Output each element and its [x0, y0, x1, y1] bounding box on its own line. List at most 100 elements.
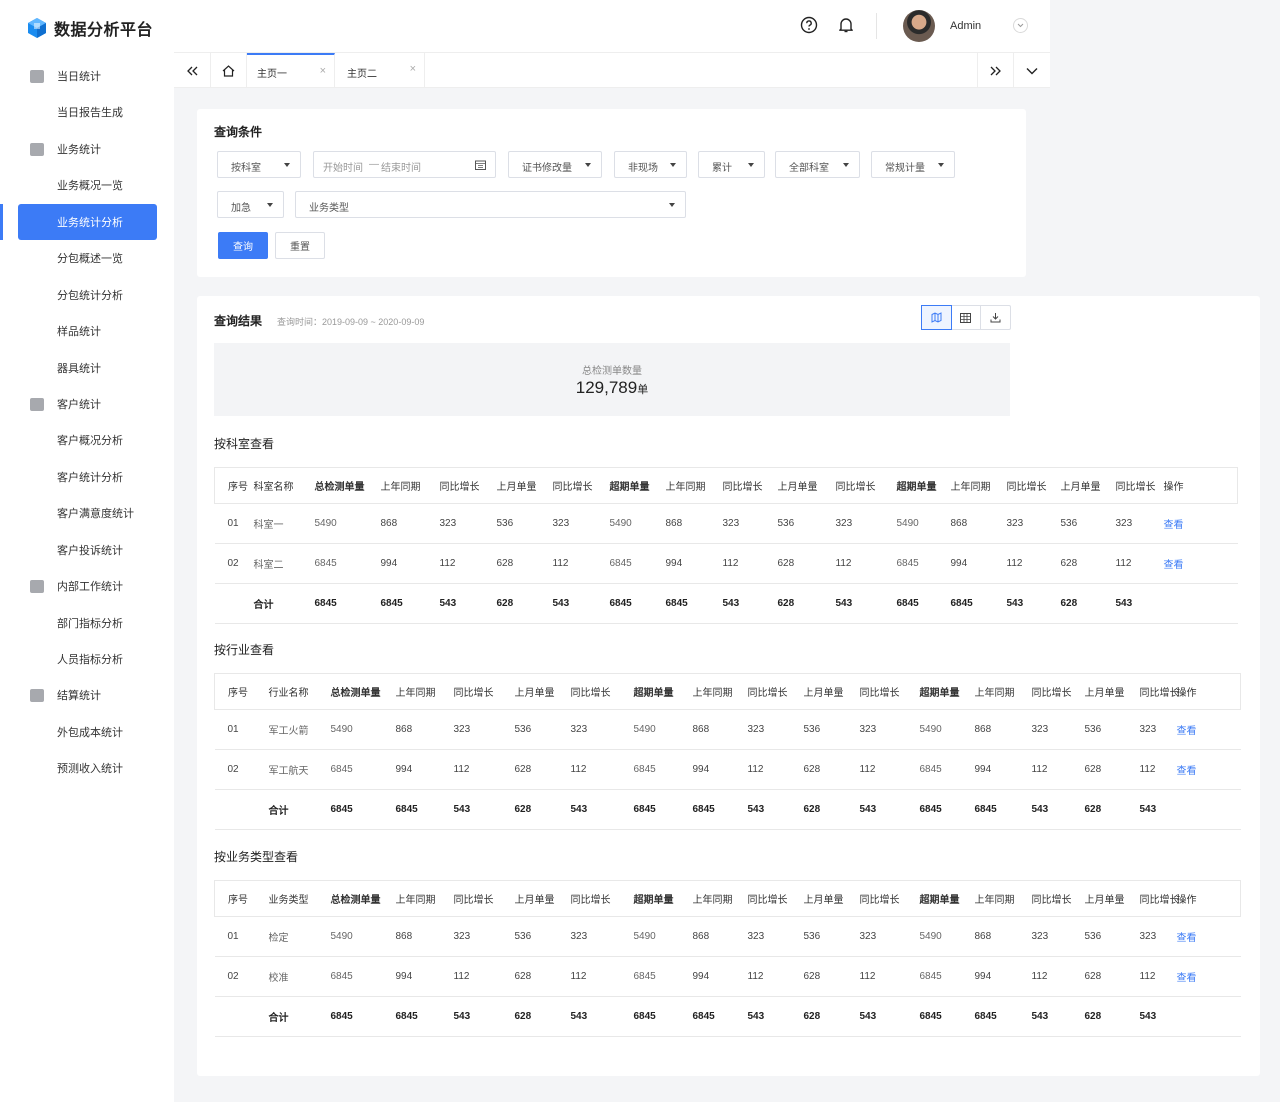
cell-value: 112	[439, 543, 497, 584]
header-action: 操作	[1176, 880, 1241, 917]
sidebar-item-label: 外包成本统计	[57, 727, 123, 739]
sidebar-item-4[interactable]: 业务统计分析	[18, 204, 157, 240]
stats-table: 序号 业务类型 总检测单量 上年同期 同比增长 上月单量 同比增长 超期单量 上年同期 同比增长上…	[214, 880, 1241, 1037]
offsite-select[interactable]: 非现场	[614, 151, 687, 178]
view-link[interactable]: 查看	[1163, 543, 1238, 584]
query-button[interactable]: 查询	[218, 232, 268, 259]
total-value: 543	[722, 583, 778, 624]
view-link[interactable]: 查看	[1176, 916, 1241, 957]
cumulative-select[interactable]: 累计	[698, 151, 765, 178]
row-name: 检定	[268, 916, 331, 957]
sidebar-item-15[interactable]: 部门指标分析	[0, 605, 174, 641]
cell-value: 323	[453, 916, 515, 957]
header-metric: 同比增长	[552, 467, 610, 504]
cell-value: 994	[692, 956, 748, 997]
cell-value: 112	[859, 749, 920, 790]
table-header-row: 序号 科室名称 总检测单量 上年同期 同比增长 上月单量 同比增长 超期单量 上年同期 同比增长上…	[214, 467, 1238, 504]
app-logo[interactable]: 数据分析平台	[27, 16, 153, 40]
cell-value: 536	[514, 709, 571, 750]
cell-value: 868	[974, 709, 1032, 750]
sidebar-item-17[interactable]: 结算统计	[0, 677, 174, 713]
dept-select[interactable]: 全部科室	[775, 151, 860, 178]
total-value: 6845	[609, 583, 666, 624]
biz-type-select[interactable]: 业务类型	[295, 191, 686, 218]
sidebar-item-9[interactable]: 客户统计	[0, 386, 174, 422]
sidebar-item-8[interactable]: 器具统计	[0, 350, 174, 386]
reset-button[interactable]: 重置	[275, 232, 325, 259]
cell-value: 323	[570, 916, 634, 957]
cell-value: 994	[692, 749, 748, 790]
sidebar-item-13[interactable]: 客户投诉统计	[0, 532, 174, 568]
close-icon[interactable]: ×	[410, 63, 416, 75]
view-link[interactable]: 查看	[1176, 749, 1241, 790]
cell-value: 868	[665, 503, 723, 544]
tab-home-2[interactable]: 主页二 ×	[337, 53, 425, 88]
double-chevron-right-icon	[990, 66, 1001, 75]
cell-value: 628	[1084, 749, 1140, 790]
date-end-placeholder: 结束时间	[381, 163, 421, 174]
header-metric: 同比增长	[570, 673, 634, 710]
cell-value: 323	[1115, 503, 1164, 544]
measure-type-select[interactable]: 常规计量	[871, 151, 955, 178]
chart-view-button[interactable]	[921, 305, 952, 330]
total-value: 543	[1115, 583, 1164, 624]
sidebar-item-16[interactable]: 人员指标分析	[0, 641, 174, 677]
sidebar-item-14[interactable]: 内部工作统计	[0, 568, 174, 604]
user-name[interactable]: Admin	[950, 20, 981, 32]
export-button[interactable]	[981, 306, 1010, 329]
view-link[interactable]: 查看	[1163, 503, 1238, 544]
sidebar-item-18[interactable]: 外包成本统计	[0, 714, 174, 750]
sidebar-item-label: 客户统计	[57, 399, 101, 411]
cell-value: 536	[803, 709, 860, 750]
sidebar-item-2[interactable]: 业务统计	[0, 131, 174, 167]
sidebar-item-12[interactable]: 客户满意度统计	[0, 495, 174, 531]
row-name: 军工火箭	[268, 709, 331, 750]
total-value: 543	[453, 789, 515, 830]
cell-value: 323	[859, 709, 920, 750]
avatar[interactable]	[903, 10, 935, 42]
active-indicator	[0, 204, 3, 240]
urgent-select[interactable]: 加急	[217, 191, 284, 218]
view-link[interactable]: 查看	[1176, 956, 1241, 997]
cert-change-select[interactable]: 证书修改量	[508, 151, 602, 178]
sidebar-item-11[interactable]: 客户统计分析	[0, 459, 174, 495]
date-range-picker[interactable]: 开始时间 — 结束时间	[313, 151, 496, 178]
bell-icon[interactable]	[837, 16, 855, 34]
chevron-down-icon[interactable]	[1013, 18, 1028, 33]
total-value: 6845	[395, 996, 454, 1037]
tab-home-1[interactable]: 主页一 ×	[247, 53, 335, 88]
header-metric: 同比增长	[1006, 467, 1061, 504]
total-value: 543	[859, 789, 920, 830]
sidebar-item-6[interactable]: 分包统计分析	[0, 277, 174, 313]
sidebar-item-0[interactable]: 当日统计	[0, 58, 174, 94]
view-link[interactable]: 查看	[1176, 709, 1241, 750]
scroll-tabs-right-button[interactable]	[977, 53, 1014, 88]
table-total-row: 合计 6845 6845 543 628 543 6845 6845 543 628 543 6845…	[214, 583, 1238, 624]
sidebar-item-label: 客户满意度统计	[57, 508, 134, 520]
sidebar-item-3[interactable]: 业务概况一览	[0, 167, 174, 203]
sidebar-item-7[interactable]: 样品统计	[0, 313, 174, 349]
sidebar-item-5[interactable]: 分包概述一览	[0, 240, 174, 276]
dept-mode-select[interactable]: 按科室	[217, 151, 301, 178]
table-row: 02 军工航天 6845 994 112 628 112 6845 994 112 628 112 68…	[214, 749, 1241, 790]
total-value: 6845	[314, 583, 381, 624]
table-row: 01 检定 5490 868 323 536 323 5490 868 323 536 323 5490…	[214, 916, 1241, 957]
total-value: 628	[496, 583, 553, 624]
cell-value: 112	[453, 956, 515, 997]
sidebar-item-10[interactable]: 客户概况分析	[0, 422, 174, 458]
help-icon[interactable]	[800, 16, 818, 34]
home-button[interactable]	[211, 53, 247, 88]
tab-menu-button[interactable]	[1014, 53, 1050, 88]
sidebar-item-19[interactable]: 预测收入统计	[0, 750, 174, 786]
total-value: 6845	[919, 996, 975, 1037]
cell-value: 6845	[330, 749, 396, 790]
sidebar-item-label: 当日统计	[57, 71, 101, 83]
section-title: 按行业查看	[214, 643, 275, 657]
sidebar-item-label: 客户统计分析	[57, 472, 123, 484]
close-icon[interactable]: ×	[320, 65, 326, 77]
summary-value: 129,789	[575, 378, 638, 397]
sidebar-item-1[interactable]: 当日报告生成	[0, 94, 174, 130]
total-value: 543	[1139, 789, 1177, 830]
collapse-sidebar-button[interactable]	[174, 53, 211, 88]
table-view-button[interactable]	[951, 306, 981, 329]
